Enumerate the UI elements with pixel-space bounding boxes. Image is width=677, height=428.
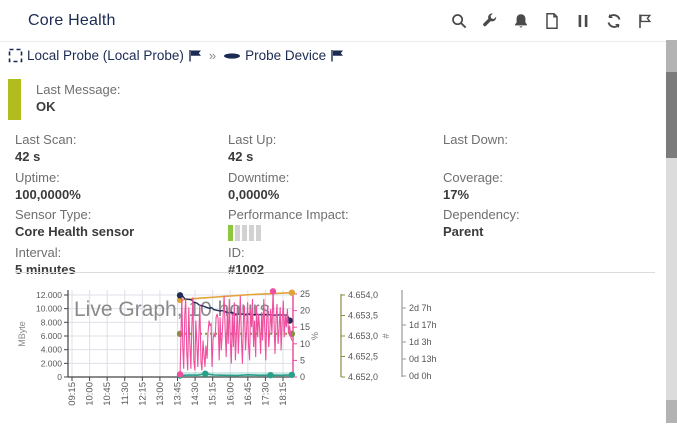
- stat-performance-impact: Performance Impact:: [228, 206, 443, 236]
- svg-text:18:15: 18:15: [278, 382, 289, 406]
- svg-text:15:15: 15:15: [208, 382, 219, 406]
- stat-coverage: Coverage: 17%: [443, 169, 637, 199]
- last-message-value: OK: [36, 98, 121, 115]
- svg-text:#: #: [381, 333, 391, 338]
- breadcrumb-device-link[interactable]: Probe Device: [223, 48, 344, 63]
- svg-text:12.000: 12.000: [36, 290, 62, 300]
- svg-text:13:45: 13:45: [173, 382, 184, 406]
- device-icon: [223, 51, 241, 61]
- svg-text:10:45: 10:45: [102, 382, 113, 406]
- last-message-label: Last Message:: [36, 81, 121, 98]
- search-icon[interactable]: [449, 11, 469, 31]
- sensor-status-block: Last Message: OK: [8, 79, 121, 120]
- svg-text:8.000: 8.000: [41, 317, 63, 327]
- svg-text:10: 10: [300, 339, 310, 349]
- flag-icon[interactable]: [635, 11, 655, 31]
- svg-text:0d 0h: 0d 0h: [409, 371, 432, 381]
- svg-text:4.652,0: 4.652,0: [348, 372, 378, 382]
- section-divider: [15, 272, 655, 273]
- pause-icon[interactable]: [573, 11, 593, 31]
- stat-empty: [443, 244, 637, 274]
- breadcrumb: Local Probe (Local Probe) » Probe Device: [8, 48, 344, 63]
- svg-text:20: 20: [300, 306, 310, 316]
- sensor-stats-grid: Last Scan: 42 s Last Up: 42 s Last Down:…: [15, 131, 637, 274]
- svg-text:4.653,5: 4.653,5: [348, 311, 378, 321]
- breadcrumb-probe-link[interactable]: Local Probe (Local Probe): [8, 48, 202, 63]
- header: Core Health: [0, 0, 677, 42]
- breadcrumb-probe-label: Local Probe (Local Probe): [27, 48, 184, 63]
- stat-downtime: Downtime: 0,0000%: [228, 169, 443, 199]
- svg-text:0: 0: [57, 372, 62, 382]
- status-color-bar: [8, 79, 21, 120]
- stat-last-scan: Last Scan: 42 s: [15, 131, 228, 161]
- svg-text:1d 3h: 1d 3h: [409, 337, 432, 347]
- performance-impact-gauge: [228, 225, 443, 241]
- breadcrumb-device-label: Probe Device: [245, 48, 326, 63]
- svg-text:2d 7h: 2d 7h: [409, 303, 432, 313]
- svg-text:2.000: 2.000: [41, 358, 63, 368]
- bell-icon[interactable]: [511, 11, 531, 31]
- priority-flag-icon[interactable]: [330, 49, 344, 62]
- scrollbar-thumb[interactable]: [666, 72, 677, 158]
- stat-dependency: Dependency: Parent: [443, 206, 637, 236]
- refresh-icon[interactable]: [604, 11, 624, 31]
- svg-text:0d 13h: 0d 13h: [409, 354, 437, 364]
- svg-text:6.000: 6.000: [41, 331, 63, 341]
- svg-text:09:15: 09:15: [67, 382, 78, 406]
- stat-uptime: Uptime: 100,0000%: [15, 169, 228, 199]
- svg-text:%: %: [310, 332, 320, 340]
- stat-last-up: Last Up: 42 s: [228, 131, 443, 161]
- stat-interval: Interval: 5 minutes: [15, 244, 228, 274]
- scrollbar-top-cap[interactable]: [666, 40, 677, 72]
- svg-text:1d 17h: 1d 17h: [409, 320, 437, 330]
- stat-id: ID: #1002: [228, 244, 443, 274]
- svg-text:5: 5: [300, 355, 305, 365]
- probe-icon: [8, 48, 23, 63]
- svg-text:12:15: 12:15: [137, 382, 148, 406]
- wrench-icon[interactable]: [480, 11, 500, 31]
- svg-text:25: 25: [300, 289, 310, 299]
- svg-text:10:00: 10:00: [85, 382, 96, 406]
- stat-last-down: Last Down:: [443, 131, 637, 161]
- svg-text:16:45: 16:45: [243, 382, 254, 406]
- svg-text:4.000: 4.000: [41, 345, 63, 355]
- svg-text:15: 15: [300, 322, 310, 332]
- svg-text:4.652,5: 4.652,5: [348, 352, 378, 362]
- svg-text:11:30: 11:30: [120, 382, 131, 405]
- svg-text:16:00: 16:00: [225, 382, 236, 406]
- svg-text:MByte: MByte: [17, 321, 27, 347]
- svg-text:10.000: 10.000: [36, 304, 62, 314]
- svg-text:13:00: 13:00: [155, 382, 166, 406]
- breadcrumb-separator: »: [209, 48, 216, 63]
- live-graph[interactable]: Live Graph, 10 hours12.00010.0008.0006.0…: [0, 274, 677, 423]
- page-title: Core Health: [28, 12, 116, 30]
- svg-text:17:30: 17:30: [260, 382, 271, 406]
- stat-sensor-type: Sensor Type: Core Health sensor: [15, 206, 228, 236]
- svg-text:4.653,0: 4.653,0: [348, 331, 378, 341]
- header-toolbar: [449, 11, 655, 31]
- svg-text:14:30: 14:30: [190, 382, 201, 406]
- priority-flag-icon[interactable]: [188, 49, 202, 62]
- scrollbar-bottom-cap[interactable]: [666, 400, 677, 423]
- vertical-scrollbar[interactable]: [666, 40, 677, 423]
- report-icon[interactable]: [542, 11, 562, 31]
- svg-text:4.654,0: 4.654,0: [348, 290, 378, 300]
- svg-text:0: 0: [300, 372, 305, 382]
